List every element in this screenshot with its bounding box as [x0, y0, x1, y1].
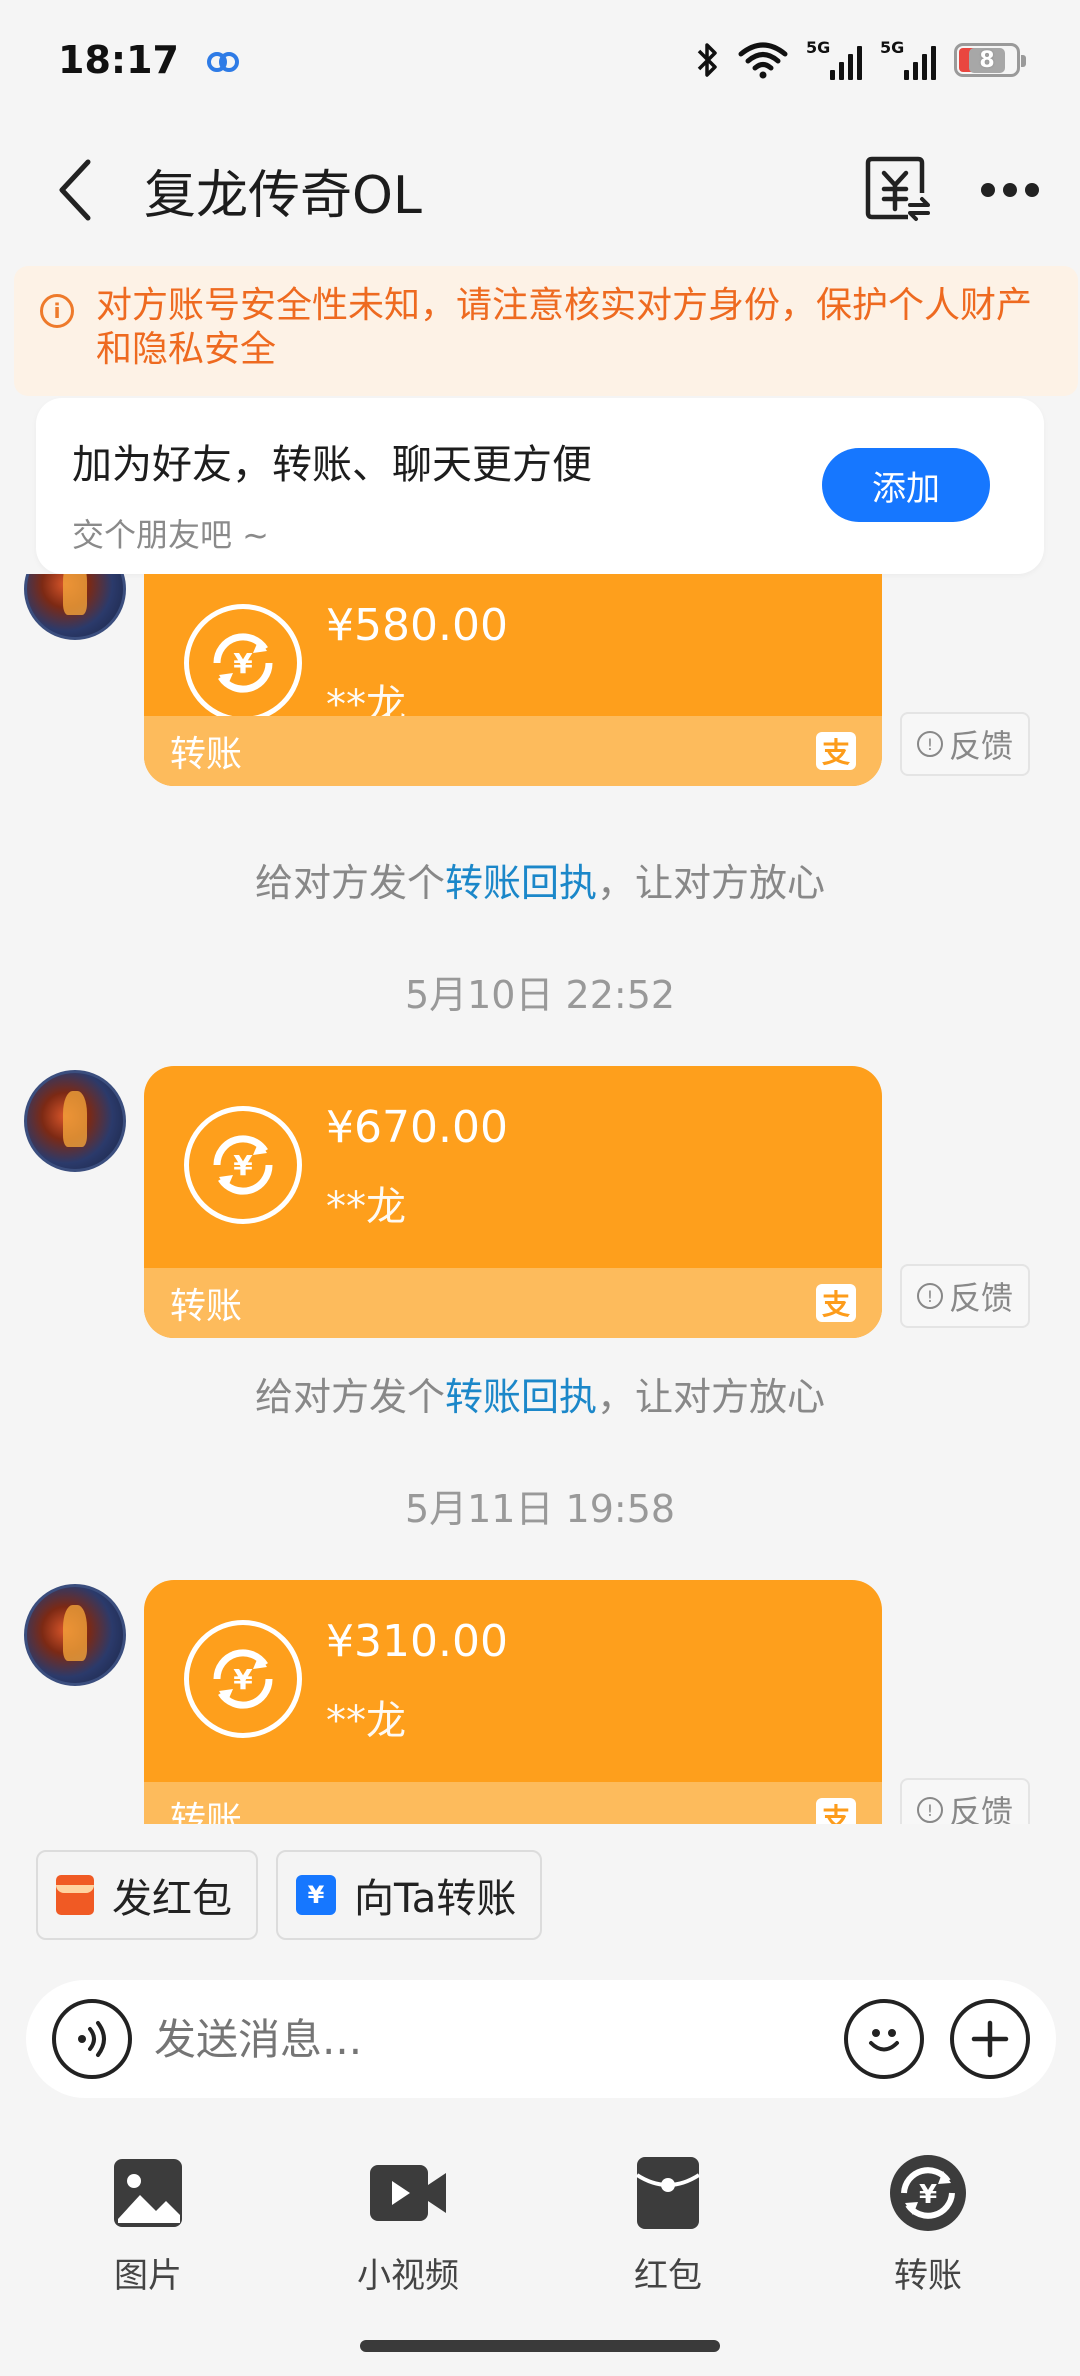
- feedback-button[interactable]: ! 反馈: [900, 1778, 1030, 1824]
- avatar[interactable]: [24, 574, 126, 640]
- transfer-amount: ¥670.00: [326, 1102, 508, 1153]
- chat-screen: 18:17 5G 5G 8 复龙传奇OL i 对方账号安全性未知，请注意核实对方…: [0, 0, 1080, 2376]
- status-time: 18:17: [58, 38, 179, 82]
- transfer-to-ta-button[interactable]: ¥ 向Ta转账: [276, 1850, 543, 1940]
- battery-icon: 8: [954, 43, 1026, 77]
- exclamation-icon: !: [916, 1283, 943, 1309]
- transfer-name: **龙: [326, 1184, 406, 1230]
- voice-icon: [78, 2021, 106, 2057]
- avatar[interactable]: [24, 1070, 126, 1172]
- receipt-link[interactable]: 转账回执: [445, 861, 597, 905]
- yuan-transfer-icon: ¥: [296, 1875, 336, 1915]
- transfer-card-footer: 转账 支: [144, 716, 882, 786]
- transfer-label: 转账: [170, 734, 243, 775]
- exclamation-icon: !: [916, 731, 943, 757]
- wifi-icon: [738, 42, 788, 79]
- svg-text:¥: ¥: [919, 2180, 937, 2210]
- emoji-icon: [869, 2029, 899, 2052]
- receipt-hint: 给对方发个转账回执，让对方放心: [254, 861, 826, 905]
- red-packet-icon: [635, 2157, 701, 2229]
- bluetooth-icon: [697, 43, 717, 77]
- send-red-packet-button[interactable]: 发红包: [36, 1850, 258, 1940]
- message-input[interactable]: [154, 2014, 814, 2064]
- toolbar-video-label: 小视频: [357, 2256, 459, 2296]
- toolbar-image-label: 图片: [114, 2256, 182, 2296]
- alipay-icon: 支: [816, 1798, 856, 1824]
- bottom-toolbar: 图片 小视频 红包 ¥ 转账: [0, 2150, 1080, 2300]
- svg-text:¥: ¥: [233, 647, 253, 680]
- title-bar: 复龙传奇OL: [0, 130, 1080, 250]
- toolbar-transfer-label: 转账: [894, 2256, 962, 2296]
- toolbar-transfer[interactable]: ¥ 转账: [798, 2150, 1058, 2300]
- info-icon: i: [40, 294, 74, 328]
- chat-area[interactable]: ¥ ¥580.00 **龙 转账 支 ! 反馈 给对方发个转账回执，让对方放心 …: [0, 574, 1080, 1824]
- transfer-bill-button[interactable]: [864, 155, 930, 225]
- toolbar-image[interactable]: 图片: [18, 2150, 278, 2300]
- transfer-amount: ¥310.00: [326, 1616, 508, 1667]
- alipay-icon: 支: [816, 732, 856, 770]
- svg-text:¥: ¥: [233, 1663, 253, 1696]
- transfer-amount: ¥580.00: [326, 600, 508, 651]
- feedback-label: 反馈: [948, 1279, 1013, 1317]
- more-icon: [981, 183, 1039, 197]
- transfer-bill-icon: [865, 156, 930, 221]
- warning-text: 对方账号安全性未知，请注意核实对方身份，保护个人财产和隐私安全: [96, 285, 1033, 370]
- feedback-button[interactable]: ! 反馈: [900, 1264, 1030, 1328]
- signal-5g-icon: 5G: [806, 38, 862, 80]
- transfer-card[interactable]: ¥ ¥580.00 **龙 转账 支: [144, 574, 882, 786]
- transfer-yuan-icon: ¥: [184, 604, 302, 722]
- voice-button[interactable]: [52, 1999, 132, 2079]
- add-friend-button[interactable]: 添加: [822, 448, 990, 522]
- transfer-yuan-icon: ¥: [184, 1620, 302, 1738]
- message-timestamp: 5月10日 22:52: [404, 973, 676, 1017]
- svg-text:¥: ¥: [233, 1149, 253, 1182]
- feedback-label: 反馈: [948, 727, 1013, 765]
- status-icons: 5G 5G 8: [694, 38, 1026, 80]
- back-icon: [59, 159, 91, 221]
- home-indicator[interactable]: [360, 2340, 720, 2352]
- transfer-card[interactable]: ¥ ¥310.00 **龙 转账 支: [144, 1580, 882, 1824]
- receipt-link[interactable]: 转账回执: [445, 1375, 597, 1419]
- plus-button[interactable]: [950, 1999, 1030, 2079]
- status-bar: 18:17 5G 5G 8: [0, 0, 1080, 120]
- transfer-card[interactable]: ¥ ¥670.00 **龙 转账 支: [144, 1066, 882, 1338]
- feedback-button[interactable]: ! 反馈: [900, 712, 1030, 776]
- add-friend-card: 加为好友，转账、聊天更方便 交个朋友吧 ~ 添加: [36, 398, 1044, 574]
- transfer-icon: ¥: [890, 2155, 966, 2231]
- transfer-card-footer: 转账 支: [144, 1782, 882, 1824]
- cloud-icon: [206, 52, 239, 72]
- alipay-icon: 支: [816, 1284, 856, 1322]
- image-icon: [114, 2159, 182, 2227]
- plus-icon: [971, 2020, 1009, 2058]
- red-packet-icon: [56, 1875, 94, 1915]
- transfer-name: **龙: [326, 1698, 406, 1744]
- send-red-packet-label: 发红包: [112, 1876, 232, 1922]
- transfer-label: 转账: [170, 1286, 243, 1327]
- transfer-card-footer: 转账 支: [144, 1268, 882, 1338]
- exclamation-icon: !: [916, 1797, 943, 1823]
- more-button[interactable]: [980, 182, 1040, 198]
- transfer-label: 转账: [170, 1800, 243, 1824]
- page-title: 复龙传奇OL: [144, 165, 422, 226]
- transfer-yuan-icon: ¥: [184, 1106, 302, 1224]
- avatar[interactable]: [24, 1584, 126, 1686]
- security-warning: i 对方账号安全性未知，请注意核实对方身份，保护个人财产和隐私安全: [14, 266, 1078, 396]
- quick-actions: 发红包 ¥ 向Ta转账: [36, 1850, 543, 1940]
- back-button[interactable]: [44, 150, 104, 230]
- signal-5g-icon: 5G: [880, 38, 936, 80]
- toolbar-red-packet-label: 红包: [634, 2256, 702, 2296]
- emoji-button[interactable]: [844, 1999, 924, 2079]
- toolbar-video[interactable]: 小视频: [278, 2150, 538, 2300]
- message-input-bar: [26, 1980, 1056, 2098]
- feedback-label: 反馈: [948, 1793, 1013, 1824]
- toolbar-red-packet[interactable]: 红包: [538, 2150, 798, 2300]
- transfer-to-ta-label: 向Ta转账: [354, 1876, 517, 1922]
- video-icon: [370, 2165, 446, 2221]
- message-timestamp: 5月11日 19:58: [404, 1487, 676, 1531]
- receipt-hint: 给对方发个转账回执，让对方放心: [254, 1375, 826, 1419]
